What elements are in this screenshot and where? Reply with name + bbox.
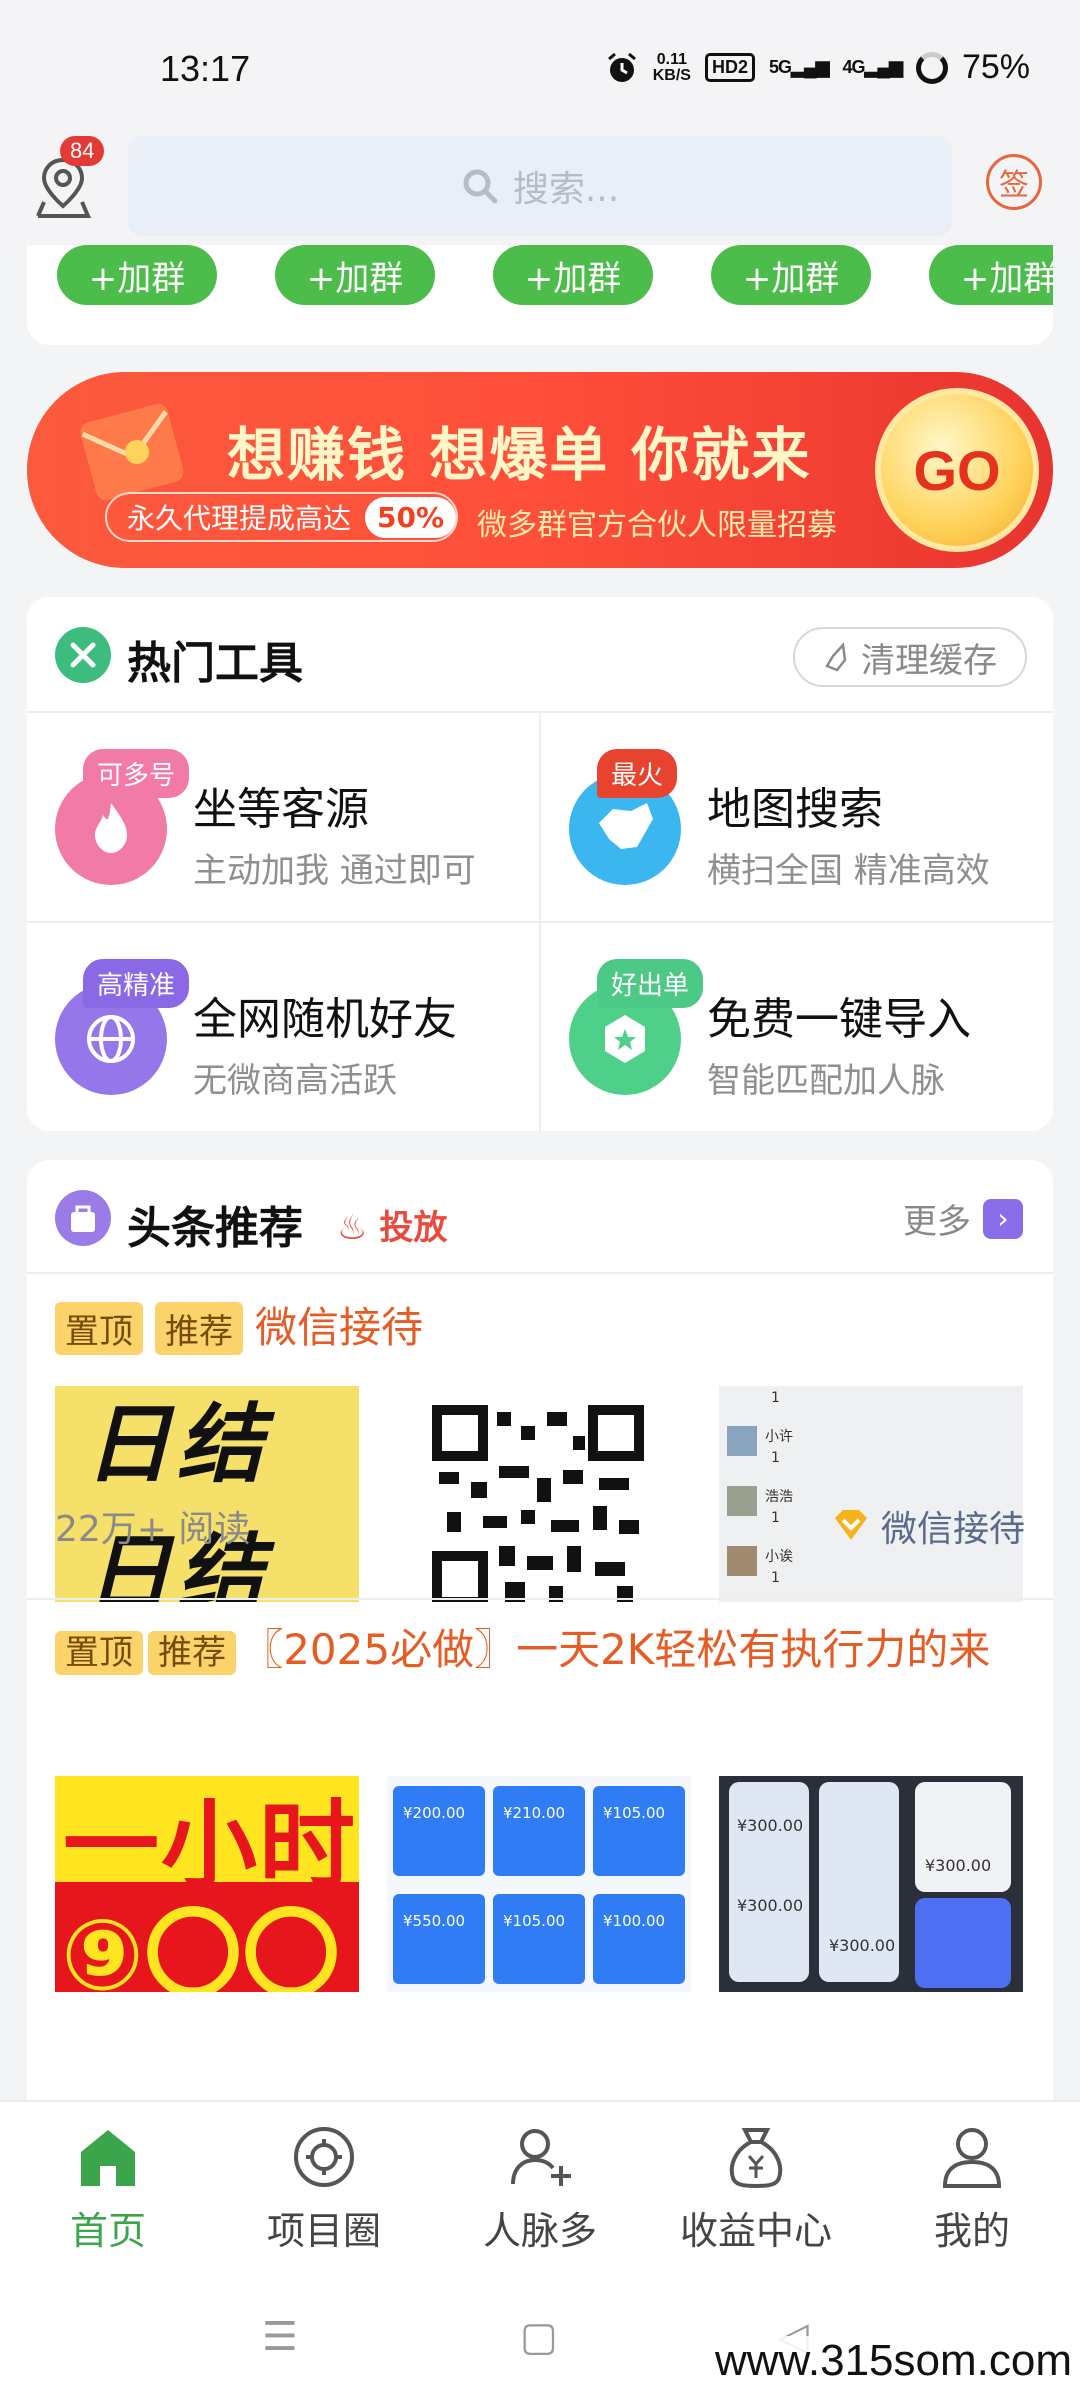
gear-circle-icon [294,2127,354,2187]
tool-wait-customers[interactable]: 可多号 坐等客源 主动加我 通过即可 [27,713,540,922]
banner-headline: 想赚钱 想爆单 你就来 [227,421,812,489]
news-item[interactable]: 置顶 推荐 〖2025必做〗一天2K轻松有执行力的来 一小时 ⑨〇〇 ¥200.… [27,1600,1053,2100]
recommend-chip: 推荐 [148,1631,237,1675]
add-group-button[interactable]: +加群 [929,245,1053,305]
news-title: 微信接待 [255,1303,424,1352]
money-bag-icon [729,2128,783,2189]
tool-desc: 横扫全国 精准高效 [707,851,990,891]
promote-link[interactable]: ♨ 投放 [337,1200,447,1249]
net-speed: 0.11 KB/S [652,50,691,84]
battery-percent: 75% [961,48,1030,86]
bag-icon [55,1190,111,1246]
diamond-icon [834,1510,867,1540]
tab-projects[interactable]: 项目圈 [216,2102,432,2270]
menu-icon[interactable]: ☰ [262,2314,298,2360]
notification-badge: 84 [60,136,105,166]
add-group-button[interactable]: +加群 [57,245,217,305]
tool-tag: 最火 [597,749,678,798]
tools-icon [55,627,111,683]
news-thumbnails: 一小时 ⑨〇〇 ¥200.00 ¥210.00 ¥105.00 ¥550.00 … [55,1776,1023,1992]
go-button[interactable]: GO [875,388,1039,552]
hd-icon: HD2 [704,53,755,82]
signal-5g-icon: 5G▂▄▆ [769,57,829,77]
more-link[interactable]: 更多 › [903,1194,1023,1243]
signin-button[interactable]: 签 [986,154,1042,210]
thumbnail-image: 一小时 ⑨〇〇 [55,1776,359,1992]
add-group-button[interactable]: +加群 [493,245,653,305]
add-group-button[interactable]: +加群 [711,245,871,305]
recommend-chip: 推荐 [155,1301,243,1355]
news-title: 〖2025必做〗一天2K轻松有执行力的来 [241,1625,991,1674]
signal-4g-icon: 4G▂▄▆ [842,57,902,77]
user-icon [942,2128,1002,2188]
thumbnail-image: 日结 日结 [55,1386,359,1602]
search-bar[interactable]: 搜索... [128,136,952,236]
tool-one-click-import[interactable]: 好出单 免费一键导入 智能匹配加人脉 [541,923,1053,1131]
tool-desc: 主动加我 通过即可 [193,851,476,891]
tab-home[interactable]: 首页 [0,2102,216,2270]
tool-map-search[interactable]: 最火 地图搜索 横扫全国 精准高效 [541,713,1053,922]
chevron-right-icon: › [983,1198,1023,1239]
tool-tag: 可多号 [83,749,190,798]
bottom-nav: 首页 项目圈 人脉多 收益中心 我的 [0,2100,1080,2270]
clear-cache-button[interactable]: 清理缓存 [793,627,1027,687]
tool-random-friends[interactable]: 高精准 全网随机好友 无微商高活跃 [27,923,540,1131]
broom-icon [825,642,847,672]
banner-subtext: 微多群官方合伙人限量招募 [477,508,837,543]
pin-chip: 置顶 [55,1301,143,1355]
news-labels: 置顶 推荐 〖2025必做〗一天2K轻松有执行力的来 [55,1620,1025,1680]
chat-list-image: 1 小许 1 浩浩 1 小诶 1 [719,1386,1023,1602]
alarm-icon [607,52,636,82]
tab-profile[interactable]: 我的 [864,2102,1080,2270]
tools-grid: 可多号 坐等客源 主动加我 通过即可 最火 地图搜索 横扫全国 精准高效 高精准… [27,713,1053,1131]
banner-commission-pill: 永久代理提成高达 50% [105,492,459,542]
tool-name: 地图搜索 [707,784,883,835]
add-group-button[interactable]: +加群 [275,245,435,305]
tool-tag: 好出单 [597,959,704,1008]
payment-screenshot-image: ¥200.00 ¥210.00 ¥105.00 ¥550.00 ¥105.00 … [387,1776,691,1992]
home-icon [81,2130,135,2186]
tool-name: 免费一键导入 [707,994,971,1045]
headlines-header: 头条推荐 ♨ 投放 更多 › [27,1160,1053,1274]
flame-icon: ♨ [337,1208,368,1248]
hot-tools-title: 热门工具 [127,638,303,689]
news-thumbnails: 日结 日结 1 小许 1 浩浩 1 小诶 1 [55,1386,1023,1602]
status-bar: 13:17 0.11 KB/S HD2 5G▂▄▆ 4G▂▄▆ 75% [0,0,1080,130]
tool-name: 坐等客源 [193,784,369,835]
hot-tools-header: 热门工具 清理缓存 [27,597,1053,713]
search-icon [463,169,498,204]
qr-code-image [387,1386,691,1602]
pin-chip: 置顶 [55,1631,143,1675]
tab-contacts[interactable]: 人脉多 [432,2102,648,2270]
news-item[interactable]: 置顶 推荐 微信接待 日结 日结 1 小许 1 浩浩 1 小诶 1 22万+ 阅… [27,1274,1053,1602]
hot-tools-card: 热门工具 清理缓存 可多号 坐等客源 主动加我 通过即可 最火 地图搜索 横扫全… [27,597,1053,1131]
status-icons: 0.11 KB/S HD2 5G▂▄▆ 4G▂▄▆ 75% [605,48,1030,87]
promo-banner[interactable]: 想赚钱 想爆单 你就来 永久代理提成高达 50% 微多群官方合伙人限量招募 GO [27,372,1053,568]
news-source: 微信接待 [831,1500,1025,1552]
tool-desc: 智能匹配加人脉 [707,1061,945,1101]
add-user-icon [511,2129,571,2186]
tab-earnings[interactable]: 收益中心 [648,2102,864,2270]
tool-name: 全网随机好友 [193,994,457,1045]
status-time: 13:17 [160,48,251,89]
home-square-icon[interactable]: ▢ [520,2314,558,2360]
search-placeholder: 搜索... [512,169,620,210]
read-count: 22万+ 阅读 [55,1509,251,1550]
group-row-card: +加群 +加群 +加群 +加群 +加群 [27,245,1053,345]
top-header: 84 搜索... 签 [0,130,1080,245]
battery-icon [915,51,948,84]
tool-desc: 无微商高活跃 [193,1061,397,1101]
news-labels: 置顶 推荐 微信接待 [55,1298,423,1358]
news-meta: 22万+ 阅读 微信接待 [55,1500,1025,1552]
headlines-title: 头条推荐 [127,1203,303,1254]
headlines-card: 头条推荐 ♨ 投放 更多 › 置顶 推荐 微信接待 日结 日结 1 小许 1 浩… [27,1160,1053,2100]
watermark: www.315som.com [714,2336,1072,2386]
tool-tag: 高精准 [83,959,190,1008]
phones-photo-image: ¥300.00 ¥300.00 ¥300.00 ¥300.00 [719,1776,1023,1992]
